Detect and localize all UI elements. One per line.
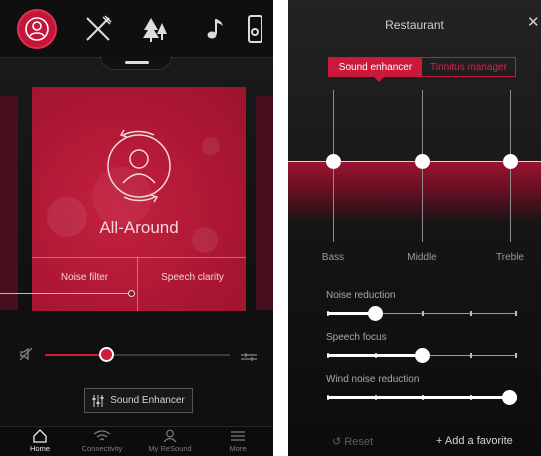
add-favorite-label: Add a favorite — [444, 435, 513, 447]
noise-filter-option[interactable]: Noise filter — [32, 271, 137, 284]
slider-handle[interactable] — [415, 348, 430, 363]
slider-handle[interactable] — [502, 390, 517, 405]
callout-dot — [128, 290, 135, 297]
treble-handle[interactable] — [503, 154, 518, 169]
bottom-nav: Home Connectivity My ReSound More — [0, 426, 273, 456]
next-program-card[interactable] — [256, 96, 273, 310]
speech-clarity-option[interactable]: Speech clarity — [140, 271, 245, 284]
add-favorite-button[interactable]: + Add a favorite — [436, 435, 513, 447]
program-settings-screen: Restaurant ✕ Sound enhancer Tinnitus man… — [288, 0, 541, 456]
volume-settings-icon[interactable] — [241, 349, 257, 367]
sound-enhancer-button[interactable]: Sound Enhancer — [84, 388, 193, 413]
callout-line — [0, 293, 132, 294]
volume-handle[interactable] — [99, 347, 115, 362]
program-bar — [0, 0, 273, 58]
tree-icon[interactable] — [136, 9, 176, 49]
drawer-handle[interactable] — [100, 56, 172, 70]
all-around-program-icon — [107, 129, 171, 203]
program-card[interactable]: All-Around Noise filter Speech clarity — [32, 87, 246, 311]
music-note-icon[interactable] — [194, 9, 234, 49]
close-icon[interactable]: ✕ — [527, 13, 540, 31]
option-divider — [32, 257, 246, 258]
tab-caret — [374, 77, 384, 82]
wind-noise-reduction-label: Wind noise reduction — [326, 374, 420, 385]
tab-tinnitus-manager[interactable]: Tinnitus manager — [422, 58, 515, 76]
fork-knife-icon[interactable] — [78, 9, 118, 49]
nav-connectivity-label: Connectivity — [81, 444, 123, 453]
nav-home-label: Home — [29, 444, 50, 453]
mode-tabs: Sound enhancer Tinnitus manager — [328, 57, 516, 77]
equalizer-icon — [92, 394, 104, 407]
slider-fill — [327, 396, 517, 399]
equalizer-band — [288, 162, 541, 220]
previous-program-card[interactable] — [0, 96, 18, 310]
speaker-icon[interactable] — [248, 9, 273, 49]
middle-label: Middle — [407, 252, 437, 263]
reset-label: Reset — [344, 436, 374, 448]
wifi-icon — [93, 430, 111, 441]
slider-tick — [515, 311, 517, 316]
sound-enhancer-label: Sound Enhancer — [110, 395, 185, 406]
speech-focus-slider[interactable] — [327, 348, 517, 363]
nav-my-resound[interactable]: My ReSound — [136, 429, 204, 453]
slider-tick — [469, 311, 472, 316]
volume-fill — [45, 354, 107, 356]
slider-handle[interactable] — [367, 306, 383, 321]
nav-more-label: More — [229, 444, 247, 453]
treble-label: Treble — [496, 252, 524, 263]
person-icon — [163, 429, 177, 443]
wind-noise-reduction-slider[interactable] — [327, 390, 517, 405]
reset-button[interactable]: ↺ Reset — [332, 435, 373, 448]
slider-tick — [469, 353, 472, 358]
home-screen: All-Around Noise filter Speech clarity S… — [0, 0, 273, 456]
bass-handle[interactable] — [326, 154, 341, 169]
nav-home[interactable]: Home — [6, 429, 74, 453]
mute-icon[interactable] — [19, 347, 33, 366]
bass-label: Bass — [321, 252, 345, 263]
tab-sound-enhancer[interactable]: Sound enhancer — [329, 58, 422, 76]
slider-tick — [515, 353, 517, 358]
option-divider-vertical — [137, 257, 138, 311]
slider-fill — [327, 354, 422, 357]
menu-icon — [231, 431, 245, 441]
noise-reduction-slider[interactable] — [327, 306, 517, 321]
volume-slider[interactable] — [45, 347, 230, 362]
nav-my-resound-label: My ReSound — [148, 444, 192, 453]
middle-handle[interactable] — [415, 154, 430, 169]
nav-more[interactable]: More — [204, 429, 272, 453]
nav-connectivity[interactable]: Connectivity — [68, 429, 136, 453]
program-title: All-Around — [99, 218, 179, 237]
slider-tick — [422, 311, 424, 316]
speech-focus-label: Speech focus — [326, 332, 387, 343]
reset-icon: ↺ — [332, 436, 342, 448]
noise-reduction-label: Noise reduction — [326, 290, 396, 301]
plus-icon: + — [436, 435, 443, 447]
home-icon — [33, 429, 47, 443]
screen-title: Restaurant — [385, 18, 444, 32]
profile-icon[interactable] — [17, 9, 57, 49]
